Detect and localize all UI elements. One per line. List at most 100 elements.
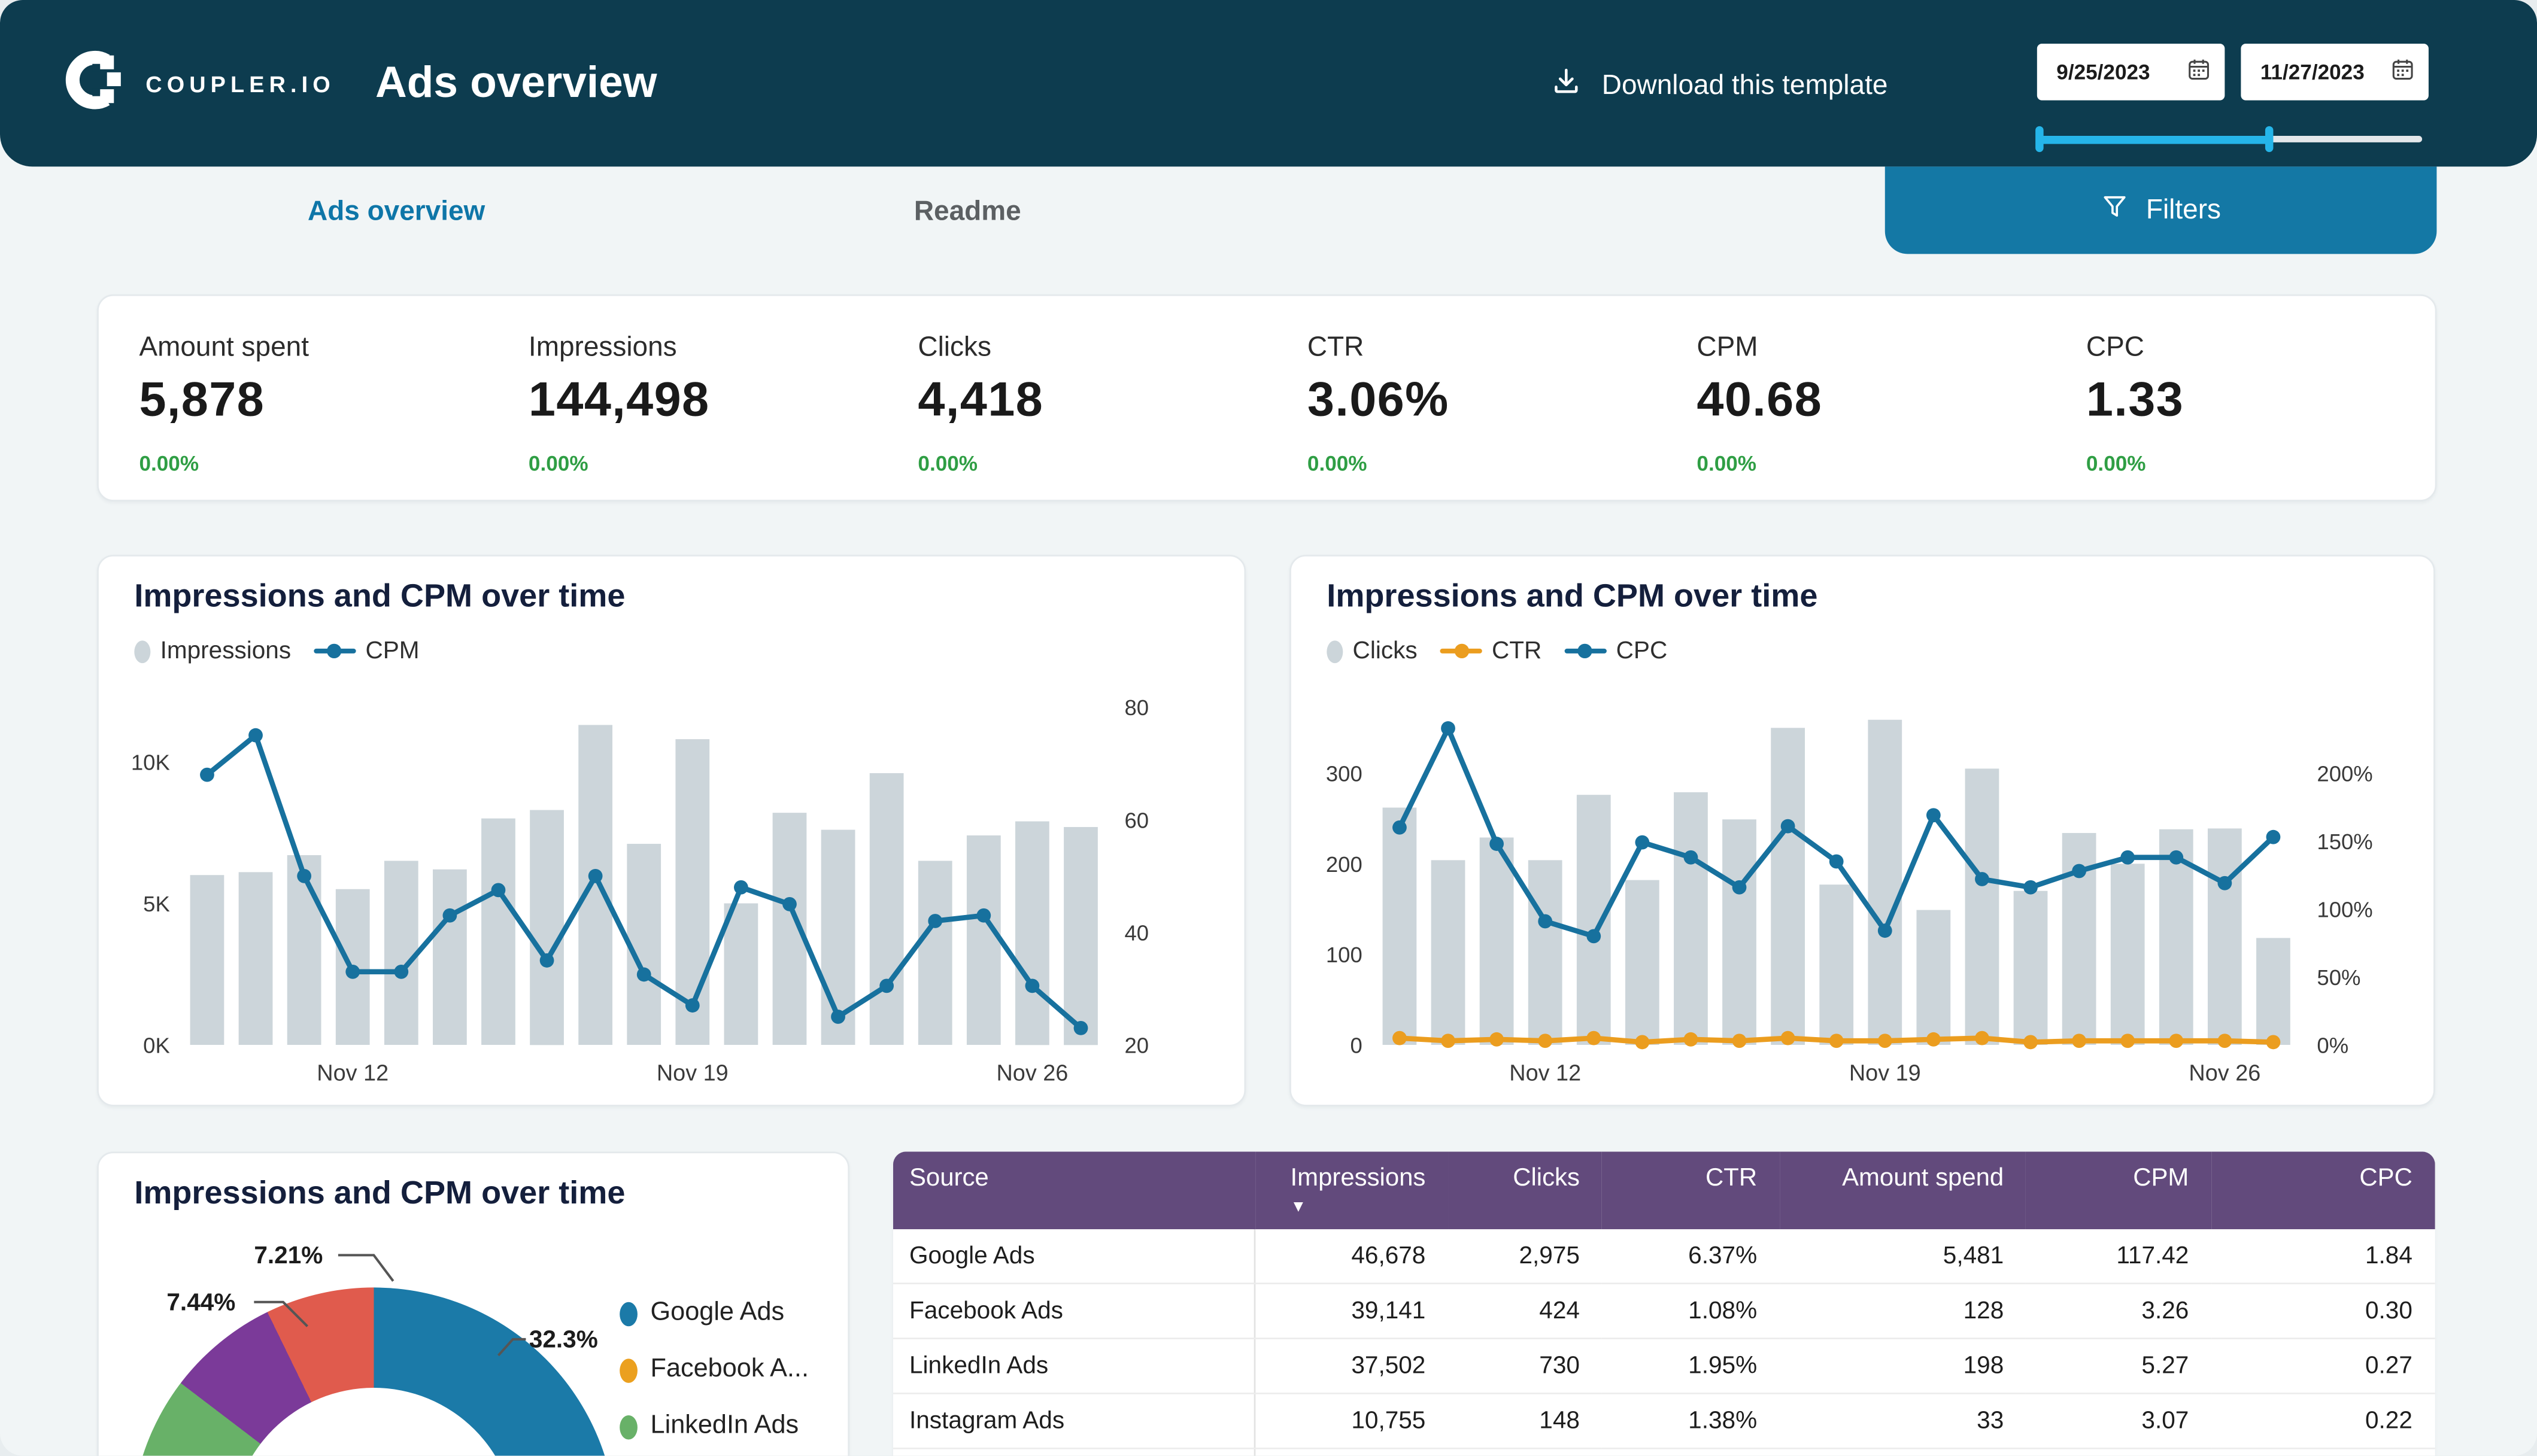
bar-impressions-nov-24 bbox=[918, 861, 952, 1045]
right-axis-tick: 60 bbox=[1124, 808, 1149, 832]
table-cell: 730 bbox=[1448, 1339, 1603, 1394]
point-cpm-nov-14 bbox=[442, 908, 457, 923]
table-header-cpc[interactable]: CPC bbox=[2211, 1151, 2435, 1229]
bar-clicks-nov-15 bbox=[1674, 792, 1708, 1045]
download-icon bbox=[1550, 65, 1582, 105]
tab-readme[interactable]: Readme bbox=[887, 196, 1048, 228]
right-axis-tick: 80 bbox=[1124, 695, 1149, 720]
tab-ads-overview[interactable]: Ads overview bbox=[275, 196, 517, 228]
legend-label: Clicks bbox=[1353, 637, 1418, 665]
point-cpc-nov-12 bbox=[1538, 914, 1552, 929]
table-header-amount-spend[interactable]: Amount spend bbox=[1780, 1151, 2026, 1229]
brand-name: COUPLER.IO bbox=[145, 71, 335, 96]
x-axis-tick: Nov 26 bbox=[996, 1060, 1068, 1086]
table-header-impressions[interactable]: Impressions▼ bbox=[1255, 1151, 1448, 1229]
table-cell: 117.42 bbox=[2026, 1229, 2211, 1284]
bar-clicks-nov-13 bbox=[1577, 795, 1611, 1045]
bar-impressions-nov-18 bbox=[627, 844, 661, 1045]
date-to-input[interactable]: 11/27/2023 bbox=[2241, 44, 2429, 101]
kpi-delta: 0.00% bbox=[2086, 451, 2435, 476]
point-ctr-nov-25 bbox=[2169, 1034, 2183, 1048]
x-axis-tick: Nov 19 bbox=[657, 1060, 729, 1086]
point-cpc-nov-17 bbox=[1781, 819, 1795, 834]
point-cpc-nov-22 bbox=[2023, 880, 2038, 895]
point-cpm-nov-22 bbox=[831, 1010, 845, 1024]
bar-clicks-nov-24 bbox=[2111, 864, 2145, 1045]
sort-descending-icon[interactable]: ▼ bbox=[1291, 1200, 1426, 1216]
bar-clicks-nov-9 bbox=[1383, 808, 1417, 1045]
table-cell: 6.37% bbox=[1603, 1229, 1780, 1284]
point-cpc-nov-19 bbox=[1878, 923, 1892, 938]
table-row-tiktok-ads: TikTok Ads10,4221411.35%383.670.27 bbox=[893, 1448, 2435, 1455]
table-cell: 10,755 bbox=[1255, 1393, 1448, 1448]
kpi-impressions: Impressions144,4980.00% bbox=[488, 296, 877, 500]
bar-impressions-nov-11 bbox=[287, 855, 321, 1045]
left-axis-tick: 0 bbox=[1350, 1034, 1362, 1058]
bar-impressions-nov-16 bbox=[530, 810, 564, 1045]
table-header-label: Amount spend bbox=[1842, 1165, 2004, 1194]
date-from-input[interactable]: 9/25/2023 bbox=[2037, 44, 2225, 101]
point-ctr-nov-24 bbox=[2120, 1034, 2135, 1048]
kpi-delta: 0.00% bbox=[529, 451, 878, 476]
point-ctr-nov-9 bbox=[1392, 1031, 1407, 1045]
date-range-slider[interactable] bbox=[2037, 126, 2422, 152]
donut-callout-google: 32.3% bbox=[529, 1326, 598, 1354]
legend-dot-marker bbox=[1327, 640, 1343, 662]
bar-clicks-nov-27 bbox=[2256, 938, 2290, 1045]
right-axis-tick: 40 bbox=[1124, 920, 1149, 945]
point-cpm-nov-19 bbox=[685, 998, 700, 1013]
slider-handle-end[interactable] bbox=[2265, 126, 2274, 152]
filters-button[interactable]: Filters bbox=[1885, 166, 2437, 254]
table-row-instagram-ads: Instagram Ads10,7551481.38%333.070.22 bbox=[893, 1393, 2435, 1448]
table-cell: TikTok Ads bbox=[893, 1448, 1255, 1455]
point-cpc-nov-11 bbox=[1489, 837, 1504, 851]
kpi-label: CPC bbox=[2086, 332, 2435, 364]
bar-impressions-nov-26 bbox=[1015, 821, 1049, 1045]
page-title: Ads overview bbox=[375, 58, 657, 108]
slider-selected-range[interactable] bbox=[2037, 135, 2269, 144]
date-from-value: 9/25/2023 bbox=[2056, 60, 2150, 84]
table-cell: Facebook Ads bbox=[893, 1284, 1255, 1339]
point-ctr-nov-14 bbox=[1635, 1035, 1649, 1050]
bar-clicks-nov-14 bbox=[1625, 880, 1659, 1045]
bar-clicks-nov-17 bbox=[1771, 728, 1805, 1045]
bar-impressions-nov-15 bbox=[481, 819, 515, 1045]
left-axis-tick: 300 bbox=[1326, 761, 1362, 786]
table-cell: 3.67 bbox=[2026, 1448, 2211, 1455]
chart-title: Impressions and CPM over time bbox=[1327, 579, 1817, 616]
table-cell: 0.27 bbox=[2211, 1448, 2435, 1455]
table-cell: 10,422 bbox=[1255, 1448, 1448, 1455]
kpi-summary-card: Amount spent5,8780.00%Impressions144,498… bbox=[97, 294, 2436, 501]
point-cpm-nov-21 bbox=[782, 897, 797, 911]
point-cpc-nov-13 bbox=[1586, 929, 1601, 943]
table-header-row: SourceImpressions▼ClicksCTR Amount spend C… bbox=[893, 1151, 2435, 1229]
table-cell: 1.95% bbox=[1603, 1339, 1780, 1394]
bar-impressions-nov-20 bbox=[724, 904, 758, 1045]
legend-dot-marker bbox=[620, 1358, 638, 1382]
table-body: Google Ads46,6782,9756.37%5,481117.421.8… bbox=[893, 1229, 2435, 1455]
table-cell: 0.30 bbox=[2211, 1284, 2435, 1339]
bar-clicks-nov-16 bbox=[1722, 819, 1756, 1045]
table-cell: Instagram Ads bbox=[893, 1393, 1255, 1448]
bar-impressions-nov-14 bbox=[433, 870, 467, 1045]
legend-dot-marker bbox=[620, 1301, 638, 1326]
table-header-ctr[interactable]: CTR bbox=[1603, 1151, 1780, 1229]
table-header-cpm[interactable]: CPM bbox=[2026, 1151, 2211, 1229]
slider-handle-start[interactable] bbox=[2035, 126, 2044, 152]
kpi-delta: 0.00% bbox=[1307, 451, 1656, 476]
filters-label: Filters bbox=[2146, 194, 2221, 226]
bar-clicks-nov-12 bbox=[1528, 860, 1562, 1045]
table-header-clicks[interactable]: Clicks bbox=[1448, 1151, 1603, 1229]
legend-item-clicks: Clicks bbox=[1327, 637, 1417, 665]
left-axis-tick: 200 bbox=[1326, 852, 1362, 877]
point-cpm-nov-9 bbox=[200, 768, 214, 782]
point-cpm-nov-11 bbox=[297, 869, 311, 883]
table-cell: 3.07 bbox=[2026, 1393, 2211, 1448]
table-cell: 37,502 bbox=[1255, 1339, 1448, 1394]
bar-clicks-nov-22 bbox=[2014, 891, 2048, 1045]
point-ctr-nov-11 bbox=[1489, 1032, 1504, 1047]
download-template-button[interactable]: Download this template bbox=[1550, 65, 1887, 105]
point-cpc-nov-9 bbox=[1392, 820, 1407, 835]
bar-clicks-nov-18 bbox=[1819, 884, 1853, 1045]
table-header-source[interactable]: Source bbox=[893, 1151, 1255, 1229]
